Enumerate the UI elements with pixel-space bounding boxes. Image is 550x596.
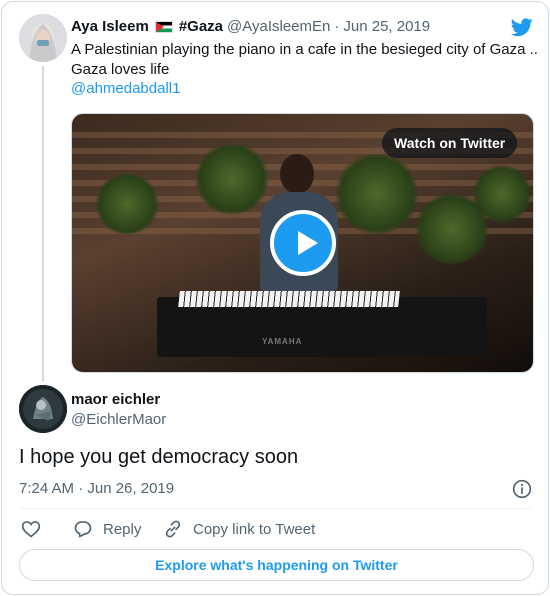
- reply-label: Reply: [103, 520, 142, 538]
- pianist-head: [280, 154, 314, 194]
- thread-connector-line: [42, 66, 44, 381]
- reply-author-avatar[interactable]: [19, 385, 67, 433]
- plant: [472, 164, 532, 224]
- play-icon[interactable]: [270, 210, 336, 276]
- reply-author-name[interactable]: maor eichler: [71, 391, 160, 408]
- copy-link-icon: [165, 520, 181, 538]
- tweet-text: A Palestinian playing the piano in a caf…: [71, 41, 538, 78]
- heart-icon: [21, 521, 41, 538]
- watch-on-twitter-button[interactable]: Watch on Twitter: [382, 128, 518, 158]
- explore-twitter-button[interactable]: Explore what's happening on Twitter: [19, 549, 534, 581]
- author-name[interactable]: Aya Isleem: [71, 18, 149, 35]
- reply-author-handle[interactable]: @EichlerMaor: [71, 411, 166, 428]
- piano-keys: [178, 291, 400, 307]
- twitter-bird-icon[interactable]: [510, 16, 534, 38]
- plant: [332, 154, 422, 234]
- author-header[interactable]: Aya Isleem #Gaza @AyaIsleemEn · Jun 25, …: [71, 18, 430, 35]
- keyboard-instrument: YAMAHA: [157, 291, 487, 357]
- author-handle[interactable]: @AyaIsleemEn: [227, 18, 330, 35]
- reply-text: I hope you get democracy soon: [19, 446, 299, 468]
- copy-link-button[interactable]: Copy link to Tweet: [163, 518, 315, 540]
- plant: [92, 174, 162, 234]
- copy-link-label: Copy link to Tweet: [193, 520, 316, 538]
- reply-button[interactable]: Reply: [73, 518, 141, 540]
- tweet-date[interactable]: Jun 25, 2019: [343, 18, 430, 35]
- divider: [19, 508, 533, 509]
- reply-timestamp[interactable]: 7:24 AM · Jun 26, 2019: [19, 480, 174, 497]
- embedded-tweet-card: Aya Isleem #Gaza @AyaIsleemEn · Jun 25, …: [1, 1, 549, 595]
- mention-link[interactable]: @ahmedabdall1: [71, 80, 180, 97]
- info-icon[interactable]: [512, 479, 532, 499]
- flag-palestine-icon: [154, 20, 173, 33]
- author-avatar[interactable]: [19, 14, 67, 62]
- keyboard-brand-label: YAMAHA: [262, 337, 303, 346]
- separator-dot: ·: [334, 18, 340, 35]
- author-hashtag[interactable]: #Gaza: [179, 18, 223, 35]
- reply-icon: [74, 521, 92, 538]
- video-media[interactable]: YAMAHA Watch on Twitter: [71, 113, 534, 373]
- like-button[interactable]: [21, 518, 51, 540]
